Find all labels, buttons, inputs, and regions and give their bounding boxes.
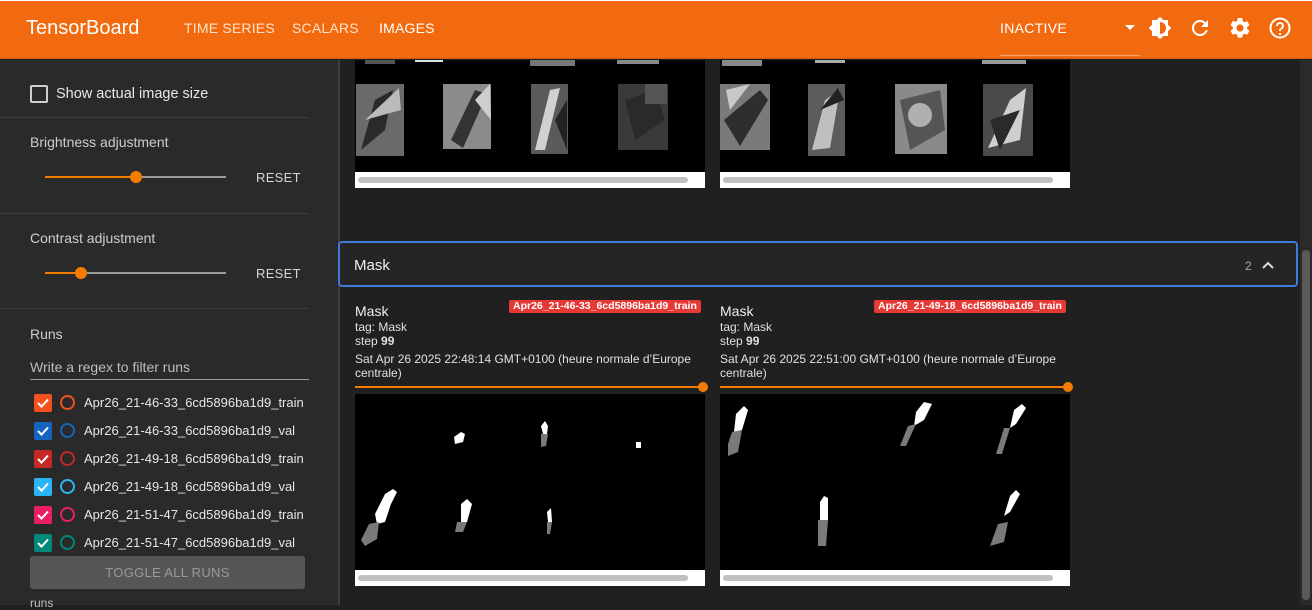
settings-sidebar: Show actual image size Brightness adjust… xyxy=(0,60,339,610)
help-icon[interactable] xyxy=(1268,16,1292,40)
image-previous-2[interactable] xyxy=(720,60,1070,172)
chevron-down-icon[interactable] xyxy=(1125,25,1135,30)
plugin-select-value: INACTIVE xyxy=(1000,20,1067,36)
run-checkbox[interactable] xyxy=(34,394,52,412)
tab-scalars[interactable]: SCALARS xyxy=(292,20,359,36)
run-item[interactable]: Apr26_21-49-18_6cd5896ba1d9_val xyxy=(34,475,324,499)
run-filter-input[interactable] xyxy=(30,354,309,380)
run-checkbox[interactable] xyxy=(34,534,52,552)
card-title: Mask xyxy=(720,303,754,319)
contrast-label: Contrast adjustment xyxy=(30,230,156,246)
card-step: step 99 xyxy=(720,334,760,348)
card-step: step 99 xyxy=(355,334,395,348)
chevron-up-icon[interactable] xyxy=(1261,258,1275,272)
brightness-slider-fill xyxy=(45,176,136,178)
brightness-label: Brightness adjustment xyxy=(30,134,169,150)
brightness-reset-button[interactable]: RESET xyxy=(256,170,301,185)
divider xyxy=(0,308,309,309)
check-icon xyxy=(37,538,49,548)
divider xyxy=(339,60,340,605)
show-actual-size-label[interactable]: Show actual image size xyxy=(56,86,208,102)
run-color-swatch[interactable] xyxy=(60,535,75,550)
panel-card-count: 2 xyxy=(1245,259,1252,273)
mask-panel-header[interactable]: Mask 2 xyxy=(338,241,1298,287)
settings-icon[interactable] xyxy=(1228,16,1252,40)
divider xyxy=(0,117,309,118)
refresh-icon[interactable] xyxy=(1188,16,1212,40)
run-item[interactable]: Apr26_21-51-47_6cd5896ba1d9_val xyxy=(34,531,324,555)
run-checkbox[interactable] xyxy=(34,506,52,524)
check-icon xyxy=(37,454,49,464)
check-icon xyxy=(37,426,49,436)
run-checkbox[interactable] xyxy=(34,450,52,468)
run-name: Apr26_21-51-47_6cd5896ba1d9_val xyxy=(84,535,296,550)
run-badge: Apr26_21-49-18_6cd5896ba1d9_train xyxy=(874,300,1066,313)
image-scrollbar[interactable] xyxy=(355,570,705,586)
run-badge: Apr26_21-46-33_6cd5896ba1d9_train xyxy=(509,300,701,313)
plugin-select[interactable]: INACTIVE xyxy=(1000,20,1140,56)
run-color-swatch[interactable] xyxy=(60,395,75,410)
run-name: Apr26_21-46-33_6cd5896ba1d9_train xyxy=(84,395,304,410)
runs-footer: runs xyxy=(30,596,54,610)
page-scrollbar-thumb[interactable] xyxy=(1302,250,1310,600)
tab-time-series[interactable]: TIME SERIES xyxy=(184,20,275,36)
image-previous-1[interactable] xyxy=(355,60,705,172)
step-slider-thumb[interactable] xyxy=(698,382,708,392)
card-tag: tag: Mask xyxy=(720,320,773,334)
card-tag: tag: Mask xyxy=(355,320,408,334)
toggle-all-runs-button[interactable]: TOGGLE ALL RUNS xyxy=(30,556,305,589)
run-item[interactable]: Apr26_21-49-18_6cd5896ba1d9_train xyxy=(34,447,324,471)
page-scrollbar[interactable] xyxy=(1300,60,1312,605)
contrast-slider-thumb[interactable] xyxy=(75,267,88,279)
brightness-icon[interactable] xyxy=(1148,16,1172,40)
check-icon xyxy=(37,510,49,520)
run-color-swatch[interactable] xyxy=(60,451,75,466)
show-actual-size-checkbox[interactable] xyxy=(30,85,48,103)
run-color-swatch[interactable] xyxy=(60,423,75,438)
run-checkbox[interactable] xyxy=(34,478,52,496)
run-name: Apr26_21-46-33_6cd5896ba1d9_val xyxy=(84,423,296,438)
card-title: Mask xyxy=(355,303,389,319)
run-name: Apr26_21-49-18_6cd5896ba1d9_val xyxy=(84,479,296,494)
brand-logo[interactable]: TensorBoard xyxy=(26,17,139,40)
mask-image[interactable] xyxy=(720,394,1070,570)
panel-title: Mask xyxy=(354,257,390,274)
run-color-swatch[interactable] xyxy=(60,507,75,522)
run-name: Apr26_21-49-18_6cd5896ba1d9_train xyxy=(84,451,304,466)
check-icon xyxy=(37,398,49,408)
image-scrollbar[interactable] xyxy=(355,172,705,188)
step-slider[interactable] xyxy=(720,386,1067,388)
run-name: Apr26_21-51-47_6cd5896ba1d9_train xyxy=(84,507,304,522)
step-slider[interactable] xyxy=(355,386,702,388)
card-timestamp: Sat Apr 26 2025 22:51:00 GMT+0100 (heure… xyxy=(720,352,1056,380)
card-timestamp: Sat Apr 26 2025 22:48:14 GMT+0100 (heure… xyxy=(355,352,691,380)
tab-images[interactable]: IMAGES xyxy=(379,20,435,36)
check-icon xyxy=(37,482,49,492)
step-slider-thumb[interactable] xyxy=(1063,382,1073,392)
top-app-bar: TensorBoard TIME SERIES SCALARS IMAGES I… xyxy=(0,0,1312,59)
image-scrollbar[interactable] xyxy=(720,570,1070,586)
image-scrollbar[interactable] xyxy=(720,172,1070,188)
runs-title: Runs xyxy=(30,326,63,342)
run-checkbox[interactable] xyxy=(34,422,52,440)
mask-image[interactable] xyxy=(355,394,705,570)
run-color-swatch[interactable] xyxy=(60,479,75,494)
run-item[interactable]: Apr26_21-46-33_6cd5896ba1d9_val xyxy=(34,419,324,443)
brightness-slider-thumb[interactable] xyxy=(129,171,142,183)
run-item[interactable]: Apr26_21-51-47_6cd5896ba1d9_train xyxy=(34,503,324,527)
contrast-reset-button[interactable]: RESET xyxy=(256,266,301,281)
divider xyxy=(0,213,309,214)
run-item[interactable]: Apr26_21-46-33_6cd5896ba1d9_train xyxy=(34,391,324,415)
